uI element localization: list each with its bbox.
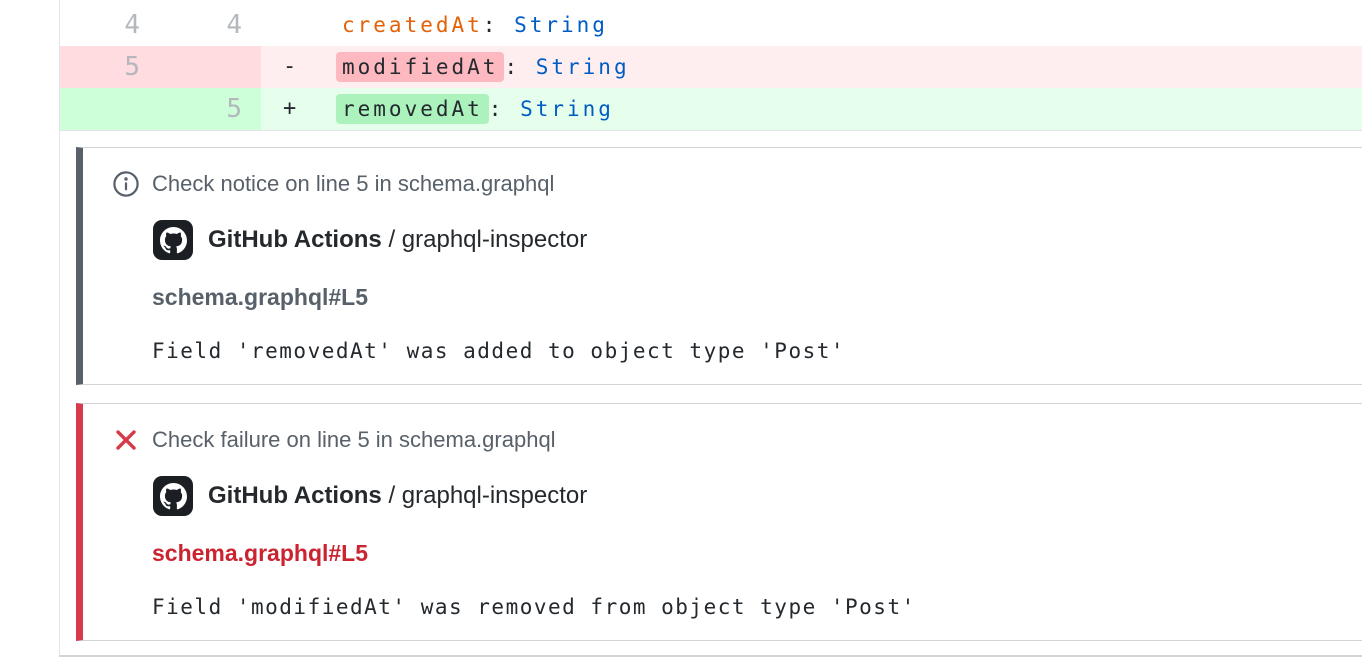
title-separator: / xyxy=(388,226,395,253)
code-line: + removedAt: String xyxy=(261,88,1362,130)
check-app-name: GitHub Actions xyxy=(208,226,382,253)
graphql-type: String xyxy=(536,55,630,79)
code-line: - modifiedAt: String xyxy=(261,46,1362,88)
deleted-word-highlight: modifiedAt xyxy=(336,52,504,82)
x-icon xyxy=(113,427,139,453)
diff-marker xyxy=(273,4,342,46)
check-notice-annotation: Check notice on line 5 in schema.graphql… xyxy=(76,147,1362,385)
deletion-marker: - xyxy=(273,46,342,88)
annotation-message: Field 'removedAt' was added to object ty… xyxy=(152,339,845,363)
separator: : xyxy=(504,55,535,79)
check-app-title: GitHub Actions / graphql-inspector xyxy=(153,220,587,260)
diff-row-deletion: 5 - modifiedAt: String xyxy=(60,46,1362,88)
old-line-number[interactable]: 5 xyxy=(60,46,160,88)
graphql-type: String xyxy=(520,97,614,121)
check-app-name: GitHub Actions xyxy=(208,482,382,509)
new-line-number[interactable] xyxy=(160,46,261,88)
annotation-message: Field 'modifiedAt' was removed from obje… xyxy=(152,595,916,619)
new-line-number[interactable]: 5 xyxy=(160,88,261,130)
new-line-number[interactable]: 4 xyxy=(160,4,261,46)
check-app-title: GitHub Actions / graphql-inspector xyxy=(153,476,587,516)
title-separator: / xyxy=(388,482,395,509)
annotation-header-text: Check failure on line 5 in schema.graphq… xyxy=(152,427,556,453)
diff-table: 4 4 createdAt: String 5 - modifiedAt: St… xyxy=(60,4,1362,131)
old-line-number[interactable] xyxy=(60,88,160,130)
github-logo-icon xyxy=(153,476,193,516)
annotation-file-link: schema.graphql#L5 xyxy=(152,540,368,567)
separator: : xyxy=(483,13,514,37)
annotation-header-text: Check notice on line 5 in schema.graphql xyxy=(152,171,554,197)
info-icon xyxy=(113,171,139,197)
check-run-name: graphql-inspector xyxy=(402,226,587,253)
diff-row-addition: 5 + removedAt: String xyxy=(60,88,1362,130)
diff-row-context: 4 4 createdAt: String xyxy=(60,4,1362,46)
check-run-name: graphql-inspector xyxy=(402,482,587,509)
added-word-highlight: removedAt xyxy=(336,94,489,124)
check-failure-annotation: Check failure on line 5 in schema.graphq… xyxy=(76,403,1362,641)
annotation-header: Check failure on line 5 in schema.graphq… xyxy=(113,427,556,453)
old-line-number[interactable]: 4 xyxy=(60,4,160,46)
addition-marker: + xyxy=(273,88,342,130)
code-line: createdAt: String xyxy=(261,4,1362,46)
github-logo-icon xyxy=(153,220,193,260)
container-bottom-border xyxy=(59,655,1362,657)
graphql-type: String xyxy=(514,13,608,37)
graphql-field-name: createdAt xyxy=(342,13,483,37)
separator: : xyxy=(489,97,520,121)
diff-annotations-view: 4 4 createdAt: String 5 - modifiedAt: St… xyxy=(0,0,1362,663)
annotation-file-link: schema.graphql#L5 xyxy=(152,284,368,311)
annotation-header: Check notice on line 5 in schema.graphql xyxy=(113,171,554,197)
